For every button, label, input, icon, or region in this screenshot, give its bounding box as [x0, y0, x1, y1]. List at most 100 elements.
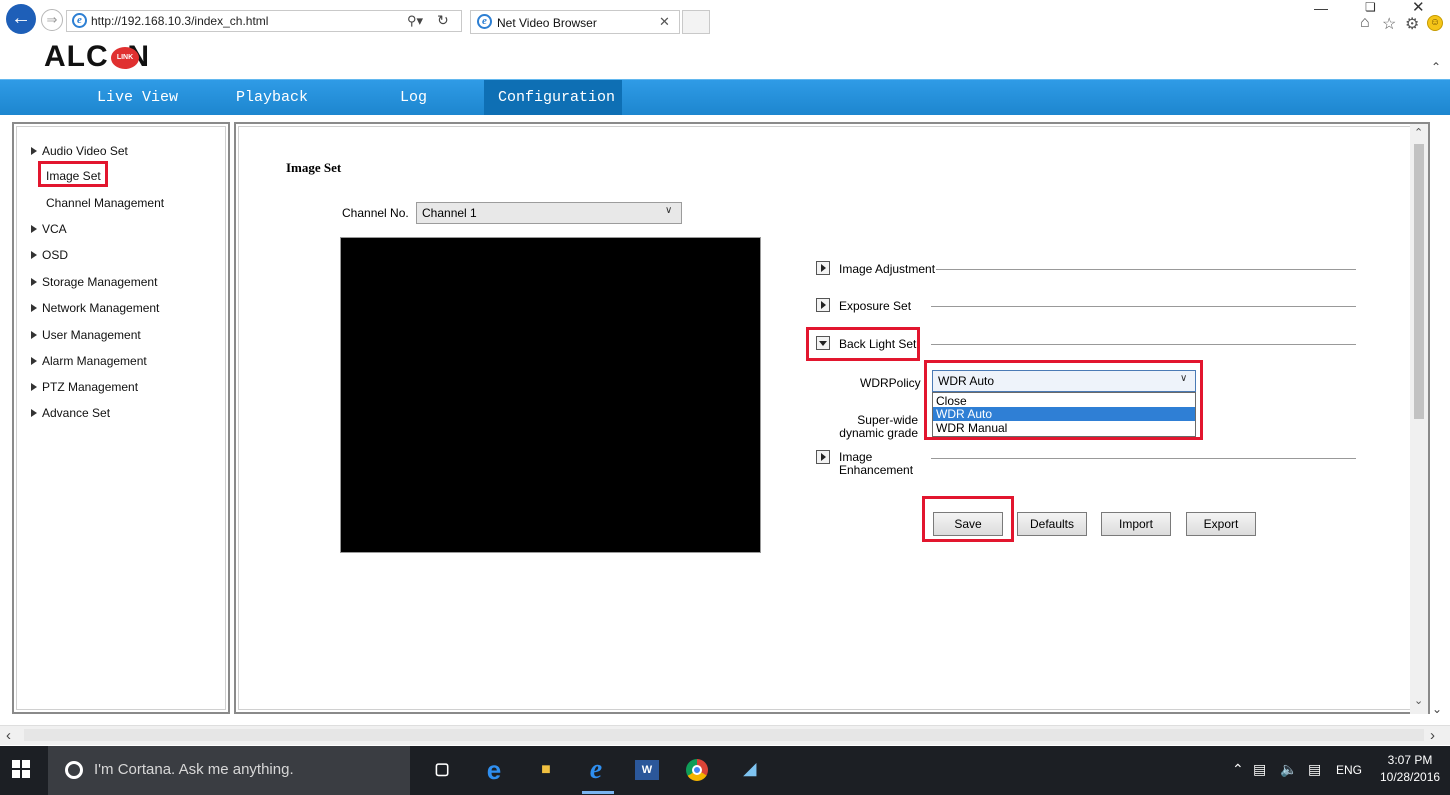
word-icon[interactable]: W: [635, 760, 659, 780]
search-icon[interactable]: ⚲▾: [407, 13, 423, 29]
section-label: Exposure Set: [839, 299, 912, 313]
nav-playback[interactable]: Playback: [236, 80, 308, 115]
home-icon[interactable]: ⌂: [1360, 14, 1370, 32]
dropdown-option-wdr-manual[interactable]: WDR Manual: [933, 421, 1195, 435]
dropdown-option-close[interactable]: Close: [933, 394, 1195, 408]
restore-icon[interactable]: ❏: [1365, 0, 1376, 14]
sidebar-item-storage-management[interactable]: Storage Management: [31, 275, 157, 289]
nav-configuration[interactable]: Configuration: [484, 80, 622, 115]
show-hidden-icons-icon[interactable]: ⌃: [1232, 761, 1244, 778]
expand-arrow-icon: [31, 383, 37, 391]
expand-arrow-icon: [31, 225, 37, 233]
scroll-down-icon[interactable]: ⌄: [1414, 694, 1423, 707]
section-divider: [931, 306, 1356, 307]
forward-arrow-icon[interactable]: ⇒: [41, 9, 63, 31]
dropdown-option-wdr-auto[interactable]: WDR Auto: [933, 407, 1195, 421]
internet-explorer-icon[interactable]: e: [584, 756, 608, 784]
sidebar-item-vca[interactable]: VCA: [31, 222, 67, 236]
scroll-right-icon[interactable]: ›: [1430, 727, 1435, 744]
channel-label: Channel No.: [342, 206, 409, 220]
scroll-left-icon[interactable]: ‹: [6, 727, 11, 744]
sidebar-item-label: Alarm Management: [42, 354, 147, 368]
pinned-app-icon[interactable]: ◢: [738, 758, 762, 782]
task-view-icon[interactable]: ▢: [430, 758, 454, 782]
section-image-enhancement[interactable]: Image Enhancement: [816, 450, 1356, 477]
section-exposure-set[interactable]: Exposure Set: [816, 298, 1356, 318]
sidebar-item-osd[interactable]: OSD: [31, 248, 68, 262]
expand-arrow-icon: [31, 278, 37, 286]
content-vertical-scrollbar[interactable]: ⌃ ⌄: [1410, 124, 1428, 714]
feedback-smiley-icon[interactable]: ☺: [1427, 15, 1443, 31]
expand-arrow-icon: [31, 409, 37, 417]
superwide-dynamic-grade-label: Super-wide dynamic grade: [839, 413, 918, 440]
chevron-down-icon: ∨: [665, 205, 673, 216]
sidebar-item-channel-management[interactable]: Channel Management: [46, 196, 164, 210]
edge-browser-icon[interactable]: e: [482, 757, 506, 783]
minimize-icon[interactable]: —: [1314, 0, 1328, 16]
sidebar-item-alarm-management[interactable]: Alarm Management: [31, 354, 147, 368]
browser-tab[interactable]: e Net Video Browser ✕: [470, 10, 680, 34]
favorites-star-icon[interactable]: ☆: [1382, 14, 1396, 34]
file-explorer-icon[interactable]: ■: [534, 758, 558, 782]
section-label: Image Adjustment: [839, 262, 936, 276]
logo-badge: LINK: [111, 47, 139, 69]
import-button[interactable]: Import: [1101, 512, 1171, 536]
cortana-search-box[interactable]: I'm Cortana. Ask me anything.: [48, 746, 410, 795]
gear-icon[interactable]: ⚙: [1405, 14, 1419, 34]
sidebar-item-label: Advance Set: [42, 406, 111, 420]
section-image-adjustment[interactable]: Image Adjustment: [816, 261, 1356, 281]
chevron-down-icon: ∨: [1180, 373, 1188, 384]
wdr-policy-select[interactable]: WDR Auto ∨: [932, 370, 1196, 392]
windows-start-icon[interactable]: [12, 760, 32, 780]
address-bar[interactable]: e http://192.168.10.3/index_ch.html ⚲▾ ↻: [66, 10, 462, 32]
sidebar-item-label: PTZ Management: [42, 380, 139, 394]
cortana-icon: [65, 761, 83, 779]
channel-select-value: Channel 1: [422, 206, 477, 220]
expand-arrow-icon: [31, 251, 37, 259]
page-title: Image Set: [286, 160, 342, 175]
language-indicator[interactable]: ENG: [1336, 763, 1362, 777]
channel-select[interactable]: Channel 1 ∨: [416, 202, 682, 224]
expand-toggle-icon[interactable]: [816, 450, 830, 464]
config-sidebar: Audio Video Set Image Set Channel Manage…: [12, 122, 230, 714]
new-tab-button[interactable]: [682, 10, 710, 34]
horizontal-scrollbar[interactable]: ‹ ›: [0, 725, 1450, 745]
notification-icon[interactable]: ▤: [1308, 761, 1321, 778]
scroll-up-icon[interactable]: ⌃: [1414, 126, 1423, 139]
sidebar-item-network-management[interactable]: Network Management: [31, 301, 159, 315]
close-icon[interactable]: ✕: [659, 14, 670, 30]
volume-icon[interactable]: 🔈: [1280, 761, 1297, 778]
page-scroll-up-icon[interactable]: ⌃: [1431, 60, 1441, 74]
sidebar-item-user-management[interactable]: User Management: [31, 328, 141, 342]
expand-arrow-icon: [31, 304, 37, 312]
browser-toolbar: ← ⇒ e http://192.168.10.3/index_ch.html …: [0, 0, 1450, 46]
expand-arrow-icon: [31, 147, 37, 155]
wdr-policy-dropdown-list: Close WDR Auto WDR Manual: [932, 392, 1196, 437]
nav-log[interactable]: Log: [400, 80, 427, 115]
sidebar-item-label: User Management: [42, 328, 141, 342]
back-arrow-icon[interactable]: ←: [6, 4, 36, 34]
save-button[interactable]: Save: [933, 512, 1003, 536]
clock-date[interactable]: 10/28/2016: [1380, 770, 1440, 784]
highlight-box: [806, 327, 920, 361]
nav-live-view[interactable]: Live View: [97, 80, 178, 115]
defaults-button[interactable]: Defaults: [1017, 512, 1087, 536]
ie-tab-icon: e: [477, 14, 492, 29]
page-scroll-down-icon[interactable]: ⌄: [1432, 702, 1442, 716]
sidebar-item-audio-video-set[interactable]: Audio Video Set: [31, 144, 128, 158]
sidebar-item-label: VCA: [42, 222, 67, 236]
sidebar-item-ptz-management[interactable]: PTZ Management: [31, 380, 138, 394]
scrollbar-thumb[interactable]: [1414, 144, 1424, 419]
expand-toggle-icon[interactable]: [816, 261, 830, 275]
refresh-icon[interactable]: ↻: [437, 12, 449, 29]
clock-time[interactable]: 3:07 PM: [1380, 753, 1440, 767]
chrome-icon[interactable]: [686, 759, 708, 781]
highlight-box: [38, 161, 108, 187]
address-url[interactable]: http://192.168.10.3/index_ch.html: [91, 14, 268, 28]
expand-toggle-icon[interactable]: [816, 298, 830, 312]
sidebar-item-advance-set[interactable]: Advance Set: [31, 406, 110, 420]
expand-arrow-icon: [31, 331, 37, 339]
scrollbar-track[interactable]: [24, 729, 1424, 741]
export-button[interactable]: Export: [1186, 512, 1256, 536]
network-icon[interactable]: ▤: [1253, 761, 1266, 778]
